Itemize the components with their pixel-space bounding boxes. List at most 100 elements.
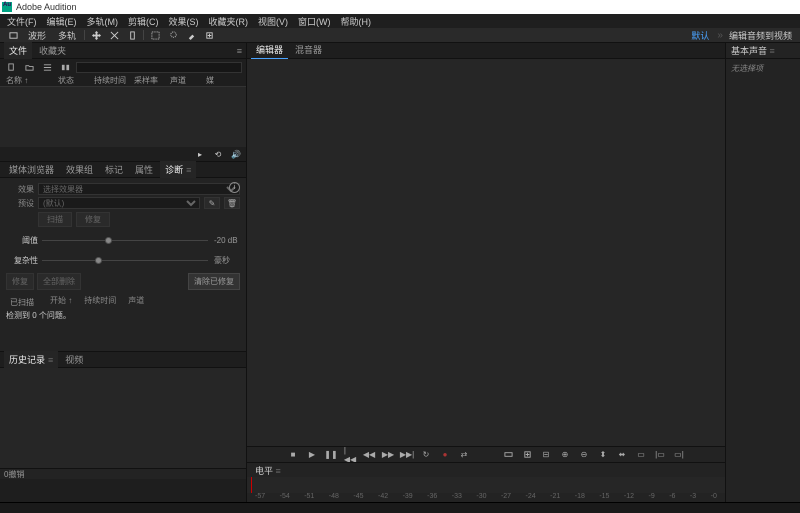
tab-video[interactable]: 视频 [60,351,88,368]
files-header: 名称 ↑ 状态 持续时间 采样率 声道 媒 [0,75,246,87]
effect-select[interactable]: 选择效果器 [38,183,240,195]
menu-edit[interactable]: 编辑(E) [42,15,82,28]
col-duration[interactable]: 持续时间 [92,75,132,86]
import-icon[interactable] [40,61,54,73]
tab-diagnostics[interactable]: 诊断 ≡ [160,161,196,178]
files-panel-menu-icon[interactable]: ≡ [237,46,242,56]
loop-preview-icon[interactable]: ⟲ [212,149,224,159]
zoom-time-out-icon[interactable]: ⊖ [578,450,590,460]
tab-levels[interactable]: 电平 ≡ [251,463,285,478]
tab-essential-sound[interactable]: 基本声音 [731,44,767,57]
record-button[interactable]: ● [439,450,451,460]
edit-audio-to-video-button[interactable]: 编辑音频到视频 [727,29,794,42]
skip-forward-button[interactable]: ▶▶| [401,450,413,460]
play-button[interactable]: ▶ [306,450,318,460]
menu-view[interactable]: 视图(V) [253,15,293,28]
preset-save-icon[interactable]: ✎ [204,197,220,209]
brush-tool-icon[interactable] [184,30,198,41]
editor-canvas[interactable] [247,59,725,446]
menu-help[interactable]: 帮助(H) [336,15,377,28]
open-file-button[interactable] [6,30,20,41]
tab-history[interactable]: 历史记录 ≡ [4,351,58,368]
loop-button[interactable]: ↻ [420,450,432,460]
level-meter[interactable] [247,477,725,493]
multitrack-mode-button[interactable]: 多轨 [54,29,80,42]
zoom-out-icon[interactable]: ⊟ [540,450,552,460]
pause-button[interactable]: ❚❚ [325,450,337,460]
stop-button[interactable]: ■ [287,450,299,460]
marquee-tool-icon[interactable] [148,30,162,41]
waveform-mode-button[interactable]: 波形 [24,29,50,42]
tab-media-browser[interactable]: 媒体浏览器 [4,161,59,178]
transport-bar: ■ ▶ ❚❚ |◀◀ ◀◀ ▶▶ ▶▶| ↻ ● ⇄ ⊟ ⊕ ⊖ ⬍ ⬌ ▭ |… [247,446,725,462]
zoom-time-in-icon[interactable]: ⊕ [559,450,571,460]
col-samplerate[interactable]: 采样率 [132,75,168,86]
complexity-thumb[interactable] [95,257,102,264]
forward-button[interactable]: ▶▶ [382,450,394,460]
zoom-in-icon[interactable] [521,450,533,460]
zoom-in-point-icon[interactable]: |▭ [654,450,666,460]
hud-tool-icon[interactable] [125,30,139,41]
col-more[interactable]: 媒 [204,75,242,86]
scan-button[interactable]: 扫描 [38,212,72,227]
info-icon[interactable]: i [229,182,240,193]
files-list[interactable] [0,87,246,147]
files-search-input[interactable] [76,62,242,73]
new-file-icon[interactable] [4,61,18,73]
preset-select[interactable]: (默认) [38,197,200,209]
tab-mixer[interactable]: 混音器 [290,41,327,60]
razor-tool-icon[interactable] [107,30,121,41]
tab-editor[interactable]: 编辑器 [251,41,288,60]
col-start[interactable]: 开始 ↑ [44,295,72,310]
media-panel: 媒体浏览器 效果组 标记 属性 诊断 ≡ i 效果 选择效果器 预设 (默认) … [0,161,246,351]
tab-files[interactable]: 文件 [4,42,32,59]
threshold-slider[interactable] [42,240,208,241]
workspace-default-link[interactable]: 默认 [687,29,713,42]
open-folder-icon[interactable] [22,61,36,73]
menu-multitrack[interactable]: 多轨(M) [82,15,124,28]
auto-play-icon[interactable]: 🔊 [230,149,242,159]
clear-repaired-button[interactable]: 清除已修复 [188,273,240,290]
repair-button[interactable]: 修复 [76,212,110,227]
app-icon [2,2,12,12]
zoom-amp-out-icon[interactable]: ⬌ [616,450,628,460]
move-tool-icon[interactable] [89,30,103,41]
menu-window[interactable]: 窗口(W) [293,15,336,28]
files-search[interactable] [76,62,242,73]
editor-tabs: 编辑器 混音器 [247,43,725,59]
fix-selected-button[interactable]: 修复 [6,273,34,290]
preset-delete-icon[interactable]: 🗑 [224,197,240,209]
app-title: Adobe Audition [16,2,77,12]
statusbar [0,502,800,513]
skip-select-button[interactable]: ⇄ [458,450,470,460]
play-preview-icon[interactable]: ▸ [194,149,206,159]
skip-back-button[interactable]: |◀◀ [344,450,356,460]
col-channels[interactable]: 声道 [168,75,204,86]
threshold-thumb[interactable] [105,237,112,244]
tab-favorites[interactable]: 收藏夹 [34,42,71,59]
menu-clip[interactable]: 剪辑(C) [123,15,164,28]
zoom-amp-in-icon[interactable]: ⬍ [597,450,609,460]
insert-icon[interactable] [58,61,72,73]
center-column: 编辑器 混音器 ■ ▶ ❚❚ |◀◀ ◀◀ ▶▶ ▶▶| ↻ ● ⇄ ⊟ ⊕ ⊖… [247,43,725,502]
complexity-slider[interactable] [42,260,208,261]
menu-file[interactable]: 文件(F) [2,15,42,28]
tab-markers[interactable]: 标记 [100,161,128,178]
rewind-button[interactable]: ◀◀ [363,450,375,460]
col-channel[interactable]: 声道 [122,295,144,310]
col-duration2[interactable]: 持续时间 [78,295,116,310]
preset-label: 预设 [6,198,34,209]
lasso-tool-icon[interactable] [166,30,180,41]
col-status[interactable]: 状态 [56,75,92,86]
zoom-selection-icon[interactable]: ▭ [635,450,647,460]
col-name[interactable]: 名称 ↑ [4,75,56,86]
tab-effects-rack[interactable]: 效果组 [61,161,98,178]
menu-effects[interactable]: 效果(S) [164,15,204,28]
history-list[interactable] [0,368,246,468]
menu-favorites[interactable]: 收藏夹(R) [204,15,254,28]
spot-heal-tool-icon[interactable] [202,30,216,41]
zoom-out-point-icon[interactable]: ▭| [673,450,685,460]
tab-properties[interactable]: 属性 [130,161,158,178]
zoom-full-icon[interactable] [502,450,514,460]
delete-all-button[interactable]: 全部删除 [37,273,81,290]
